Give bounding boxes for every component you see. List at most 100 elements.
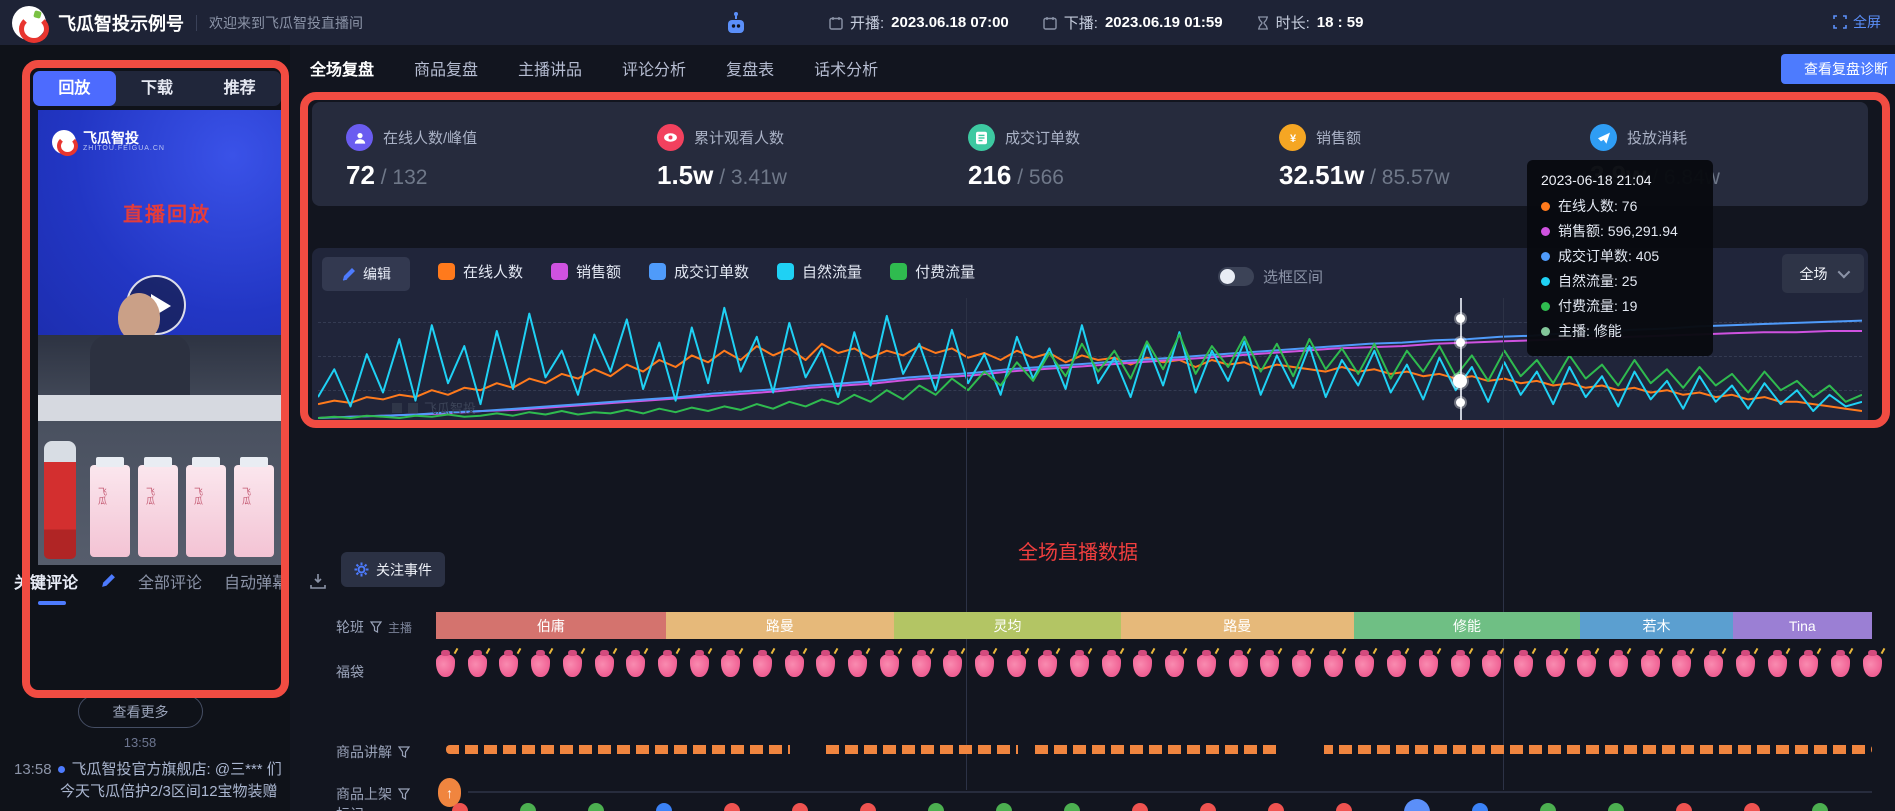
mark-dot[interactable] [1608,803,1624,811]
brush-range-toggle[interactable] [1218,267,1254,286]
lucky-bag-icon[interactable] [468,654,487,677]
video-player[interactable]: 飞瓜智投 ZHITOU.FEIGUA.CN 直播回放 [38,110,281,565]
mark-dot[interactable] [656,803,672,811]
mark-dot[interactable] [588,803,604,811]
lucky-bag-icon[interactable] [1546,654,1565,677]
lucky-bag-icon[interactable] [1007,654,1026,677]
view-more-button[interactable]: 查看更多 [78,695,203,728]
lucky-bag-icon[interactable] [785,654,804,677]
filter-icon[interactable] [398,788,410,800]
robot-assistant-icon[interactable] [723,11,749,35]
lucky-bag-icon[interactable] [1577,654,1596,677]
lucky-bag-icon[interactable] [531,654,550,677]
product-talk-track[interactable] [446,745,1872,754]
mark-dot[interactable] [996,803,1012,811]
lucky-bag-icon[interactable] [1070,654,1089,677]
lucky-bag-icon[interactable] [1672,654,1691,677]
shift-segment-伯庸[interactable]: 伯庸 [436,612,666,639]
comment-item[interactable]: 13:58飞瓜智投官方旗舰店: @三*** 们 今天飞瓜倍护2/3区间12宝物装… [14,759,282,803]
lucky-bag-icon[interactable] [1038,654,1057,677]
lucky-bag-icon[interactable] [1419,654,1438,677]
legend-item-自然流量[interactable]: 自然流量 [777,261,862,282]
mark-dot[interactable] [1268,803,1284,811]
filter-icon[interactable] [370,621,382,633]
lucky-bag-icon[interactable] [1863,654,1882,677]
mark-dot[interactable] [1132,803,1148,811]
replay-tab-回放[interactable]: 回放 [33,71,116,106]
legend-item-在线人数[interactable]: 在线人数 [438,261,523,282]
lucky-bag-icon[interactable] [1197,654,1216,677]
tab-复盘表[interactable]: 复盘表 [726,56,774,80]
tab-主播讲品[interactable]: 主播讲品 [518,56,582,80]
fullscreen-button[interactable]: 全屏 [1833,12,1881,32]
lucky-bag-icon[interactable] [1387,654,1406,677]
mark-dot[interactable] [1336,803,1352,811]
lucky-bag-icon[interactable] [816,654,835,677]
lucky-bag-icon[interactable] [626,654,645,677]
mark-dot[interactable] [792,803,808,811]
lucky-bag-icon[interactable] [499,654,518,677]
lucky-bag-icon[interactable] [1102,654,1121,677]
lucky-bag-icon[interactable] [1514,654,1533,677]
shift-segment-灵均[interactable]: 灵均 [894,612,1121,639]
mark-dot[interactable] [860,803,876,811]
range-selector[interactable]: 全场 [1782,254,1864,293]
filter-icon[interactable] [398,746,410,758]
mark-dot[interactable] [1200,803,1216,811]
mark-dot[interactable] [1540,803,1556,811]
lucky-bag-icon[interactable] [690,654,709,677]
replay-tab-下载[interactable]: 下载 [116,71,199,106]
lucky-bag-icon[interactable] [1324,654,1343,677]
lucky-bag-icon[interactable] [1165,654,1184,677]
lucky-bag-icon[interactable] [1355,654,1374,677]
lucky-bag-icon[interactable] [436,654,455,677]
shift-segment-若木[interactable]: 若木 [1580,612,1732,639]
tab-话术分析[interactable]: 话术分析 [814,56,878,80]
watch-events-button[interactable]: 关注事件 [341,552,445,587]
shift-segment-Tina[interactable]: Tina [1733,612,1872,639]
lucky-bag-icon[interactable] [1451,654,1470,677]
lucky-bag-icon[interactable] [1799,654,1818,677]
mark-dot[interactable] [1472,803,1488,811]
comment-tab-关键评论[interactable]: 关键评论 [14,569,78,593]
lucky-bag-icon[interactable] [943,654,962,677]
lucky-bag-icon[interactable] [1609,654,1628,677]
lucky-bag-icon[interactable] [1768,654,1787,677]
lucky-bag-icon[interactable] [1641,654,1660,677]
lucky-bag-icon[interactable] [1482,654,1501,677]
lucky-bag-icon[interactable] [563,654,582,677]
shift-segment-修能[interactable]: 修能 [1354,612,1581,639]
mark-dot[interactable] [1744,803,1760,811]
mark-dot[interactable] [1676,803,1692,811]
lucky-bag-icon[interactable] [721,654,740,677]
tab-全场复盘[interactable]: 全场复盘 [310,56,374,80]
lucky-bag-icon[interactable] [1704,654,1723,677]
shift-segment-路曼[interactable]: 路曼 [1121,612,1354,639]
lucky-bag-icon[interactable] [1260,654,1279,677]
comment-tab-全部评论[interactable]: 全部评论 [138,569,202,593]
pencil-icon[interactable] [100,573,116,589]
edit-metrics-button[interactable]: 编辑 [322,257,410,291]
legend-item-销售额[interactable]: 销售额 [551,261,621,282]
mark-dot[interactable] [1064,803,1080,811]
download-icon[interactable] [310,573,326,589]
lucky-bag-icon[interactable] [1133,654,1152,677]
mark-dot[interactable] [724,803,740,811]
tab-商品复盘[interactable]: 商品复盘 [414,56,478,80]
lucky-bag-icon[interactable] [1831,654,1850,677]
lucky-bag-icon[interactable] [975,654,994,677]
mark-dot[interactable] [1404,799,1430,811]
lucky-bag-icon[interactable] [753,654,772,677]
legend-item-成交订单数[interactable]: 成交订单数 [649,261,749,282]
mark-dot[interactable] [1812,803,1828,811]
lucky-bag-icon[interactable] [912,654,931,677]
lucky-bag-icon[interactable] [1736,654,1755,677]
legend-item-付费流量[interactable]: 付费流量 [890,261,975,282]
lucky-bag-icon[interactable] [1292,654,1311,677]
mark-dot[interactable] [520,803,536,811]
lucky-bag-icon[interactable] [595,654,614,677]
lucky-bag-icon[interactable] [848,654,867,677]
lucky-bag-icon[interactable] [658,654,677,677]
lucky-bag-icon[interactable] [1229,654,1248,677]
replay-tab-推荐[interactable]: 推荐 [198,71,281,106]
